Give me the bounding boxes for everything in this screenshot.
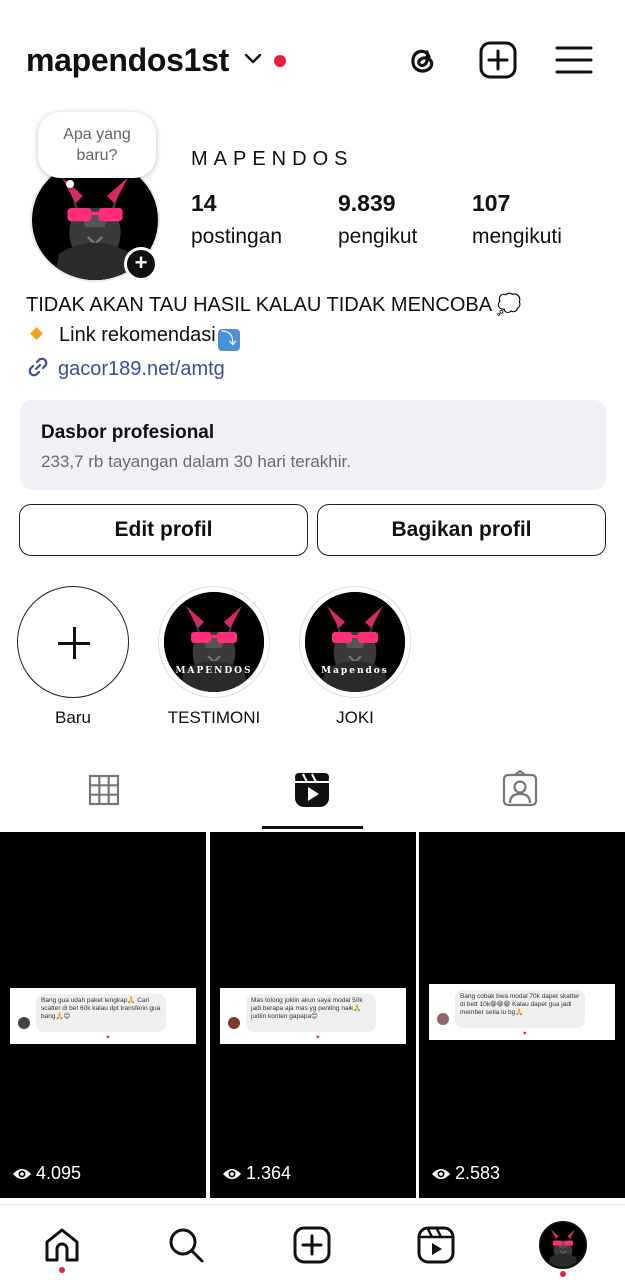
- highlight-new[interactable]: Baru: [17, 586, 129, 728]
- search-icon[interactable]: [166, 1225, 206, 1265]
- menu-icon[interactable]: [554, 40, 594, 80]
- reel-comment-card: Bang gua udah paket lengkap🙏 Cari scatte…: [10, 988, 196, 1044]
- home-notification-dot: [59, 1267, 65, 1273]
- tagged-icon[interactable]: [500, 770, 540, 810]
- highlight-joki-image: Mapendos: [305, 592, 405, 692]
- dashboard-subtitle: 233,7 rb tayangan dalam 30 hari terakhir…: [41, 452, 351, 471]
- account-username[interactable]: mapendos1st: [26, 42, 229, 79]
- highlight-joki-ring: Mapendos: [299, 586, 411, 698]
- stat-posts-value: 14: [191, 190, 217, 216]
- orange-diamond-icon: [30, 327, 43, 340]
- highlight-new-label: Baru: [55, 708, 91, 727]
- highlight-testimoni-image: MAPENDOS: [164, 592, 264, 692]
- eye-icon: [223, 1169, 241, 1179]
- display-name: MAPENDOS: [191, 148, 354, 170]
- stat-posts[interactable]: 14 postingan: [191, 190, 282, 249]
- highlight-joki[interactable]: Mapendos JOKI: [299, 586, 411, 728]
- reel-comment-card: Mas tolong jokiin akun saya modal 50k ja…: [220, 988, 406, 1044]
- highlight-joki-brand: Mapendos: [321, 666, 389, 676]
- heart-icon: ♥: [106, 1035, 110, 1041]
- notification-dot: [274, 55, 286, 67]
- stat-following-value: 107: [472, 190, 511, 216]
- share-profile-button[interactable]: Bagikan profil: [317, 504, 606, 556]
- reel-views-value: 1.364: [246, 1163, 292, 1183]
- bio-line-1: TIDAK AKAN TAU HASIL KALAU TIDAK MENCOBA…: [26, 294, 522, 316]
- edit-profile-button[interactable]: Edit profil: [19, 504, 308, 556]
- note-bubble-tail: [66, 180, 74, 188]
- active-tab-indicator: [262, 826, 363, 829]
- profile-notification-dot: [560, 1271, 566, 1277]
- bio-line-2: Link rekomendasi ⤵: [26, 324, 240, 351]
- profile-header: mapendos1st: [0, 0, 625, 120]
- highlight-testimoni-ring: MAPENDOS: [158, 586, 270, 698]
- reel-tile[interactable]: Bang cobak bwa modal 70k dapet skatter d…: [419, 832, 625, 1198]
- highlight-testimoni-label: TESTIMONI: [167, 708, 261, 727]
- create-icon[interactable]: [292, 1225, 332, 1265]
- note-text-line1: Apa yang: [63, 126, 131, 143]
- reel-views-value: 4.095: [36, 1163, 82, 1183]
- stat-followers-value: 9.839: [338, 190, 396, 216]
- threads-icon[interactable]: [402, 40, 442, 80]
- highlight-joki-label: JOKI: [336, 708, 374, 727]
- reels-nav-icon[interactable]: [416, 1225, 456, 1265]
- reel-tile[interactable]: Bang gua udah paket lengkap🙏 Cari scatte…: [0, 832, 206, 1198]
- reel-view-count: 1.364: [222, 1163, 291, 1184]
- reel-comment-text: Mas tolong jokiin akun saya modal 50k ja…: [246, 994, 376, 1032]
- professional-dashboard[interactable]: Dasbor profesional 233,7 rb tayangan dal…: [20, 400, 606, 490]
- profile-content-tabs: [0, 760, 625, 830]
- reel-view-count: 4.095: [12, 1163, 81, 1184]
- reels-icon[interactable]: [292, 770, 332, 810]
- profile-avatar[interactable]: [539, 1221, 587, 1269]
- reel-comment-text: Bang gua udah paket lengkap🙏 Cari scatte…: [36, 994, 166, 1032]
- stat-posts-label: postingan: [191, 225, 283, 248]
- create-post-icon[interactable]: [478, 40, 518, 80]
- dashboard-title: Dasbor profesional: [41, 422, 215, 443]
- link-icon: [28, 357, 48, 377]
- heart-icon: ♥: [316, 1035, 320, 1041]
- bio-link[interactable]: gacor189.net/amtg: [26, 355, 225, 381]
- reels-grid: Bang gua udah paket lengkap🙏 Cari scatte…: [0, 832, 625, 1202]
- highlight-testimoni[interactable]: MAPENDOS TESTIMONI: [158, 586, 270, 728]
- new-highlight-plus-icon[interactable]: [17, 586, 129, 698]
- stat-following-label: mengikuti: [472, 225, 562, 248]
- reel-views-value: 2.583: [455, 1163, 501, 1183]
- eye-icon: [432, 1169, 450, 1179]
- highlight-testimoni-brand: MAPENDOS: [175, 666, 253, 676]
- heart-icon: ♥: [523, 1031, 527, 1037]
- home-icon[interactable]: [42, 1225, 82, 1265]
- add-story-plus-icon[interactable]: +: [124, 247, 158, 281]
- reel-view-count: 2.583: [431, 1163, 500, 1184]
- grid-icon[interactable]: [84, 770, 124, 810]
- chevron-down-icon[interactable]: [244, 52, 262, 66]
- note-text-line2: baru?: [76, 147, 118, 164]
- cat-avatar-image: [541, 1223, 585, 1267]
- bio-link-text[interactable]: gacor189.net/amtg: [58, 358, 225, 380]
- reel-comment-text: Bang cobak bwa modal 70k dapet skatter d…: [455, 990, 585, 1028]
- stat-followers-label: pengikut: [338, 225, 418, 248]
- reel-tile[interactable]: Mas tolong jokiin akun saya modal 50k ja…: [210, 832, 416, 1198]
- arrow-down-icon: ⤵: [217, 329, 240, 351]
- note-bubble[interactable]: Apa yang baru?: [38, 112, 156, 178]
- bottom-navigation: [0, 1204, 625, 1280]
- bio-line-2-text: Link rekomendasi: [59, 324, 216, 346]
- stat-following[interactable]: 107 mengikuti: [472, 190, 562, 249]
- stat-followers[interactable]: 9.839 pengikut: [338, 190, 417, 249]
- reel-comment-card: Bang cobak bwa modal 70k dapet skatter d…: [429, 984, 615, 1040]
- eye-icon: [13, 1169, 31, 1179]
